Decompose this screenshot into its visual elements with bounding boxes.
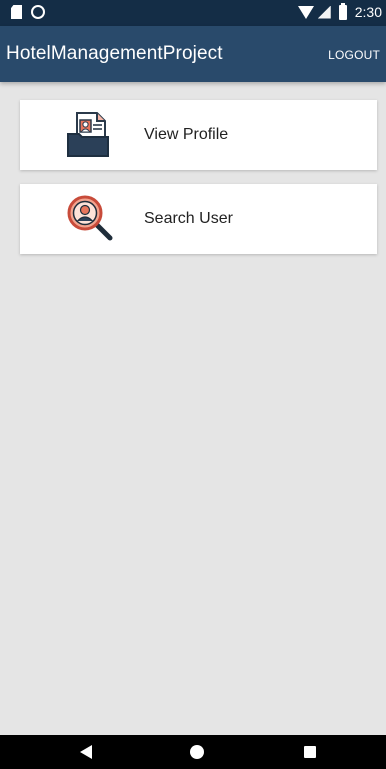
search-user-card[interactable]: Search User [20,184,377,254]
navigation-bar [0,735,386,769]
search-user-icon [67,195,113,241]
logout-button[interactable]: LOGOUT [328,48,380,62]
app-bar: HotelManagementProject LOGOUT [0,26,386,82]
app-title: HotelManagementProject [6,43,223,64]
notification-circle-icon [31,5,45,19]
back-icon[interactable] [80,745,92,759]
search-user-label: Search User [144,210,233,227]
status-left-icons [11,5,45,19]
view-profile-label: View Profile [144,126,229,143]
profile-folder-icon [67,112,109,157]
signal-icon [317,5,331,19]
battery-icon [338,2,347,20]
status-clock: 2:30 [354,4,382,20]
wifi-icon [297,5,314,19]
view-profile-card[interactable]: View Profile [20,100,377,170]
sd-card-icon [11,5,22,19]
status-bar: 2:30 [0,0,386,26]
recents-icon[interactable] [304,746,316,758]
home-icon[interactable] [190,745,204,759]
status-right-icons: 2:30 [297,2,382,20]
